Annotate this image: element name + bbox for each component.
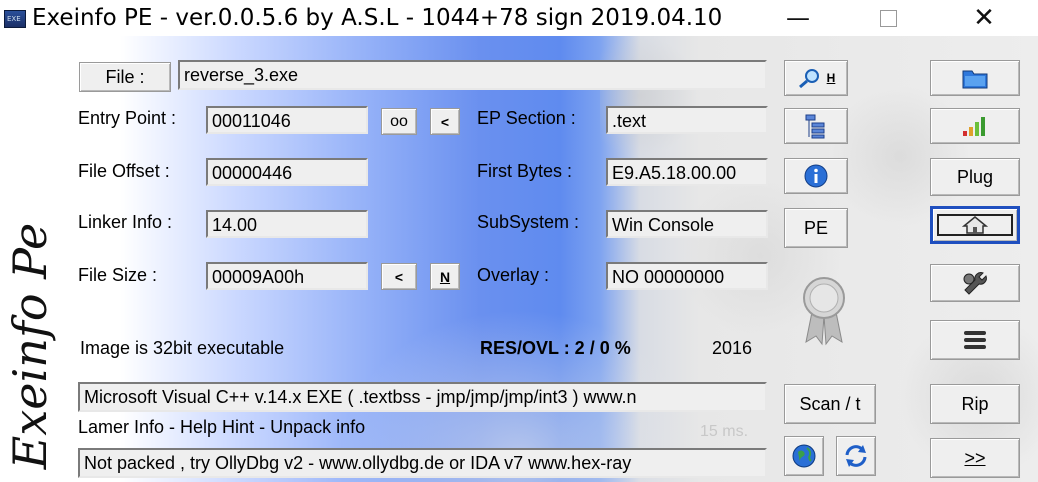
app-icon: EXE [4, 10, 26, 28]
file-offset-field[interactable]: 00000446 [206, 158, 368, 186]
overlay-label: Overlay : [477, 265, 550, 285]
exeinfo-logo: Exeinfo Pe [3, 222, 57, 470]
stats-button[interactable] [930, 108, 1020, 144]
n-button[interactable]: N [430, 263, 460, 290]
ep-section-field[interactable]: .text [606, 106, 768, 134]
linker-info-field[interactable]: 14.00 [206, 210, 368, 238]
detection-result-field[interactable]: Microsoft Visual C++ v.14.x EXE ( .textb… [78, 382, 767, 412]
house-icon [962, 216, 988, 234]
minimize-button[interactable]: — [768, 0, 828, 36]
list-icon [964, 331, 986, 349]
file-name-field[interactable]: reverse_3.exe [178, 60, 767, 90]
home-icon-frame [937, 214, 1013, 236]
file-button-label: File : [105, 66, 145, 87]
plug-button-label: Plug [956, 166, 994, 187]
maximize-button[interactable] [858, 0, 918, 36]
scan-button[interactable]: Scan / t [784, 384, 876, 424]
subsystem-label: SubSystem : [477, 212, 580, 232]
folder-icon [962, 70, 988, 89]
ep-section-label: EP Section : [477, 108, 576, 128]
search-hotkey: H [826, 71, 836, 85]
globe-icon [792, 444, 816, 468]
home-button[interactable] [930, 206, 1020, 244]
pe-button[interactable]: PE [784, 208, 848, 248]
rip-button-label: Rip [961, 393, 989, 414]
tree-list-icon [805, 114, 825, 139]
web-button[interactable] [784, 436, 824, 476]
tools-button[interactable] [930, 264, 1020, 302]
file-size-field[interactable]: 00009A00h [206, 262, 368, 290]
entry-point-prev-button[interactable]: < [430, 108, 460, 135]
entry-point-label: Entry Point : [78, 108, 177, 128]
ribbon-badge-icon [803, 277, 845, 346]
entry-point-field[interactable]: 00011046 [206, 106, 368, 134]
file-button[interactable]: File : [79, 62, 171, 92]
next-button[interactable]: >> [930, 438, 1020, 478]
refresh-icon [845, 445, 867, 467]
magnifier-icon [798, 69, 819, 89]
overlay-field[interactable]: NO 00000000 [606, 262, 768, 290]
file-size-prev-button[interactable]: < [381, 263, 417, 290]
compile-year: 2016 [712, 338, 753, 358]
hint-field[interactable]: Not packed , try OllyDbg v2 - www.ollydb… [78, 448, 767, 478]
search-button[interactable]: H [784, 60, 848, 96]
info-button[interactable] [784, 158, 848, 194]
maximize-icon [879, 9, 897, 27]
image-type-info: Image is 32bit executable [80, 338, 285, 358]
refresh-button[interactable] [836, 436, 876, 476]
res-ovl-info: RES/OVL : 2 / 0 % [480, 338, 631, 358]
rip-button[interactable]: Rip [930, 384, 1020, 424]
title-bar[interactable]: EXE Exeinfo PE - ver.0.0.5.6 by A.S.L - … [0, 0, 1038, 36]
lamer-info-label: Lamer Info - Help Hint - Unpack info [78, 417, 366, 437]
oo-button[interactable]: oo [381, 108, 417, 135]
window-title: Exeinfo PE - ver.0.0.5.6 by A.S.L - 1044… [32, 5, 723, 31]
menu-button[interactable] [930, 320, 1020, 360]
open-folder-button[interactable] [930, 60, 1020, 96]
info-icon [804, 164, 828, 188]
linker-info-label: Linker Info : [78, 212, 173, 232]
bar-chart-icon [963, 117, 985, 136]
scan-time: 15 ms. [700, 423, 749, 440]
sections-button[interactable] [784, 108, 848, 144]
next-button-label: >> [964, 447, 986, 468]
wrench-icon [963, 272, 987, 295]
main-panel: Exeinfo Pe File : reverse_3.exe Entry Po… [0, 36, 1038, 482]
file-size-label: File Size : [78, 265, 158, 285]
close-button[interactable]: ✕ [954, 0, 1014, 36]
first-bytes-field[interactable]: E9.A5.18.00.00 [606, 158, 768, 186]
subsystem-field[interactable]: Win Console [606, 210, 768, 238]
file-offset-label: File Offset : [78, 161, 170, 181]
first-bytes-label: First Bytes : [477, 161, 573, 181]
plug-button[interactable]: Plug [930, 158, 1020, 196]
exeinfo-window: EXE Exeinfo PE - ver.0.0.5.6 by A.S.L - … [0, 0, 1038, 482]
